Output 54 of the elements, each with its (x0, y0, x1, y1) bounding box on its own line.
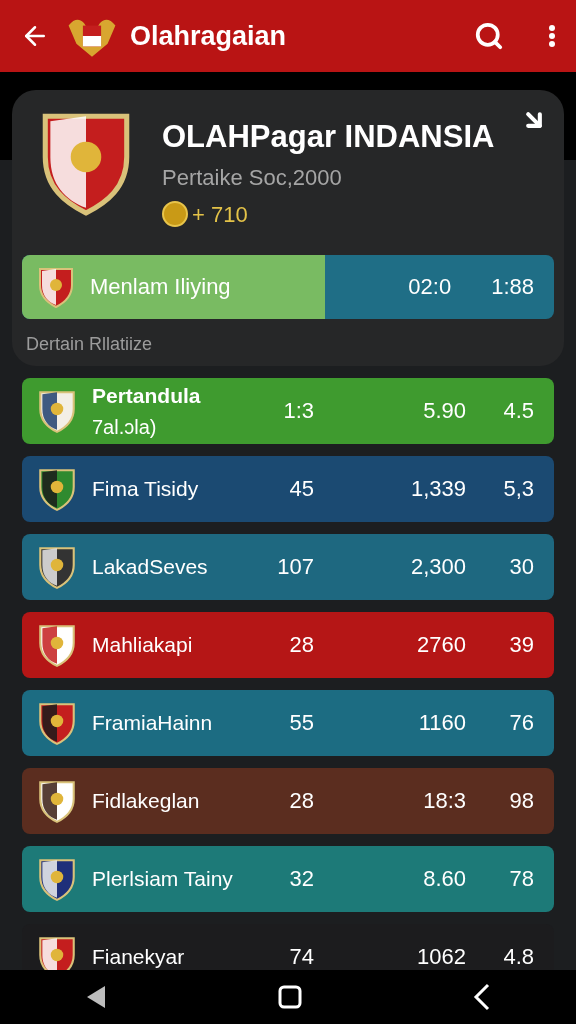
home-icon[interactable] (277, 984, 303, 1010)
team-row[interactable]: FramiaHainn 55 1160 76 (22, 689, 554, 756)
highlight-value: 1:88 (491, 273, 534, 302)
team-name: Fidlakeglan (92, 788, 201, 814)
card-footer-text: Dertain Rllatiize (25, 332, 154, 356)
app-title: Olahragaian (130, 19, 288, 53)
stat-value: 1062 (416, 943, 466, 970)
team-row[interactable]: Plerlsiam Tainy 32 8.60 78 (22, 845, 554, 912)
stat-value: 39 (508, 631, 534, 660)
stat-value: 55 (288, 709, 314, 738)
team-name: Mahliakapi (92, 632, 194, 658)
team-row[interactable]: Fima Tisidy 45 1,339 5,3 (22, 455, 554, 522)
stat-value: 76 (508, 709, 534, 738)
highlight-name: Menlam Iliying (90, 273, 232, 302)
team-row[interactable]: LakadSeves 107 2,300 30 (22, 533, 554, 600)
search-icon (474, 21, 504, 51)
team-row[interactable]: Mahliakapi 28 2760 39 (22, 611, 554, 678)
stat-value: 1:3 (282, 397, 314, 426)
team-name: FramiaHainn (92, 710, 214, 736)
stat-value: 28 (288, 631, 314, 660)
chevron-left-icon[interactable] (473, 983, 491, 1011)
stat-value: 74 (288, 943, 314, 970)
stat-value: 107 (276, 553, 314, 582)
stat-value: 5.90 (422, 397, 466, 426)
stat-value: 4.5 (502, 397, 534, 426)
team-name: Plerlsiam Tainy (92, 866, 234, 892)
stat-value: 30 (508, 553, 534, 582)
team-name: Fima Tisidy (92, 476, 200, 502)
stat-value: 2,300 (409, 553, 466, 582)
team-subtext: 7al.ɔla) (92, 414, 158, 440)
team-name: Fianekyar (92, 944, 186, 970)
stat-value: 8.60 (422, 865, 466, 894)
stat-value: 45 (288, 475, 314, 504)
back-triangle-icon[interactable] (85, 984, 107, 1010)
stat-value: 28 (288, 787, 314, 816)
stat-value: 5,3 (502, 475, 534, 504)
team-name: LakadSeves (92, 554, 209, 580)
team-row[interactable]: Fidlakeglan 28 18:3 98 (22, 767, 554, 834)
stat-value: 4.8 (502, 943, 534, 970)
team-name: Pertandula (92, 383, 202, 409)
coin-icon (162, 201, 188, 228)
team-subtitle: Pertaike Soc,2000 (162, 163, 343, 192)
stat-value: 32 (288, 865, 314, 894)
stat-value: 2760 (416, 631, 466, 660)
points-text: + 710 (192, 200, 248, 229)
stat-value: 1160 (417, 709, 466, 738)
stat-value: 1,339 (409, 475, 466, 504)
stat-value: 18:3 (422, 787, 466, 816)
highlight-value: 02:0 (408, 273, 452, 302)
team-title: OLAHPagar INDANSIA (162, 118, 495, 156)
team-row[interactable]: Pertandula 7al.ɔla) 1:3 5.90 4.5 (22, 377, 554, 444)
more-icon (548, 24, 556, 48)
stat-value: 78 (508, 865, 534, 894)
stat-value: 98 (508, 787, 534, 816)
